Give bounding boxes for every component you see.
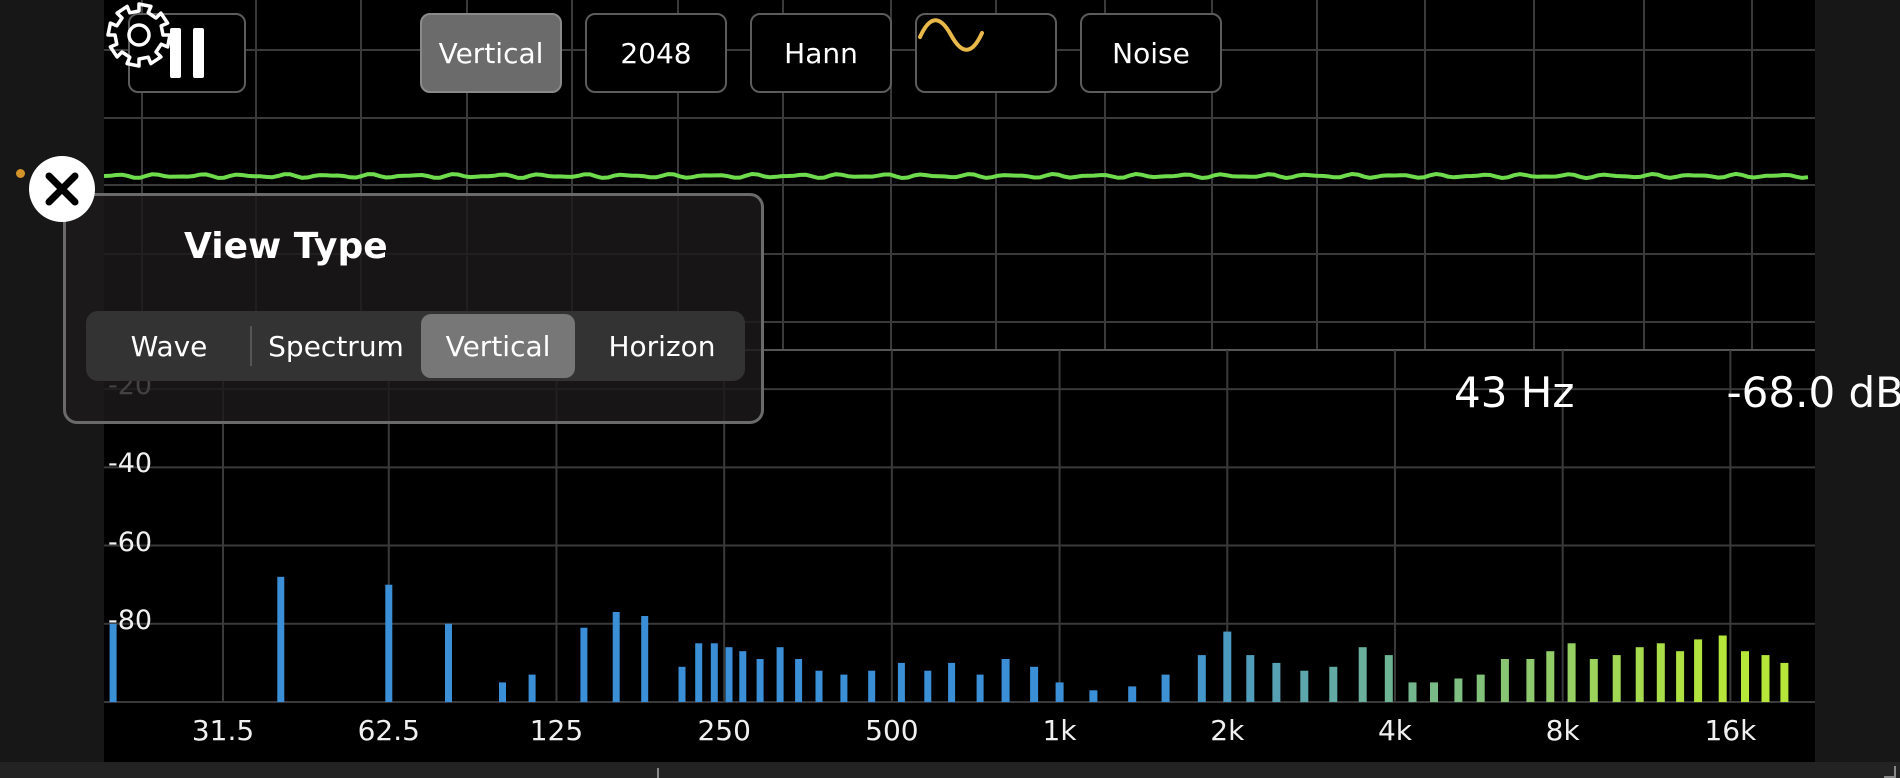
spectrum-bar (1718, 635, 1727, 702)
spectrum-bar (1780, 662, 1789, 702)
spectrum-bar (948, 662, 956, 702)
spectrum-bar (1408, 682, 1417, 702)
window-function-button[interactable]: Hann (750, 13, 892, 93)
popup-title: View Type (184, 226, 388, 267)
segment-wave[interactable]: Wave (94, 314, 244, 378)
x-tick-label: 500 (865, 714, 919, 747)
spectrum-bar (1358, 647, 1367, 702)
segment-spectrum[interactable]: Spectrum (256, 314, 416, 378)
spectrum-bar (641, 616, 649, 702)
spectrum-bar (840, 674, 848, 702)
fft-size-button[interactable]: 2048 (585, 13, 727, 93)
x-tick-label: 4k (1377, 714, 1412, 747)
segment-divider (250, 326, 252, 366)
segment-horizon[interactable]: Horizon (586, 314, 738, 378)
signal-generator-button[interactable] (915, 13, 1057, 93)
close-popup-button[interactable] (29, 156, 95, 222)
spectrum-bar (868, 670, 876, 702)
x-tick-label: 31.5 (191, 714, 255, 747)
spectrum-bar (1761, 655, 1770, 702)
x-tick-label: 16k (1704, 714, 1757, 747)
spectrum-bar (725, 647, 733, 702)
spectrum-bar (1546, 651, 1555, 702)
sine-wave-icon (918, 18, 984, 52)
spectrum-bar (1329, 666, 1338, 702)
noise-button[interactable]: Noise (1080, 13, 1222, 93)
spectrum-bar (678, 666, 686, 702)
spectrum-bar (1128, 686, 1137, 702)
spectrum-bar (1246, 655, 1255, 702)
indicator-dot (16, 169, 25, 178)
level-readout: -68.0 dB (1726, 368, 1900, 417)
spectrum-bar (776, 647, 784, 702)
spectrum-bar (1635, 647, 1644, 702)
spectrum-bar (580, 627, 588, 702)
spectrum-bar (1300, 670, 1309, 702)
spectrum-bar (695, 643, 703, 702)
x-tick-label: 62.5 (357, 714, 420, 747)
x-tick-label: 8k (1545, 714, 1580, 747)
spectrum-bar (1567, 643, 1576, 702)
spectrum-bar (385, 584, 393, 702)
segment-vertical[interactable]: Vertical (421, 314, 575, 378)
spectrum-bar (1454, 678, 1463, 702)
spectrum-bar (795, 659, 803, 702)
spectrum-bar (1272, 662, 1281, 702)
resize-corner (1884, 766, 1896, 778)
spectrum-bar (1476, 674, 1485, 702)
spectrum-bar (710, 643, 718, 702)
spectrum-bar (1500, 659, 1509, 702)
spectrum-bar (1656, 643, 1665, 702)
close-icon (45, 172, 79, 206)
x-tick-label: 125 (529, 714, 584, 747)
spectrum-bar (1089, 690, 1098, 702)
spectrum-bar (924, 670, 932, 702)
x-tick-label: 1k (1042, 714, 1077, 747)
y-tick-label: -40 (108, 448, 153, 480)
spectrum-bar (1612, 655, 1621, 702)
spectrum-bar (897, 662, 905, 702)
waveform-trace (104, 171, 1809, 181)
bottom-bezel (0, 762, 1900, 778)
x-tick-label: 250 (697, 714, 751, 747)
spectrum-bar (739, 651, 747, 702)
spectrum-bar (1161, 674, 1170, 702)
spectrum-bar (1430, 682, 1438, 702)
x-tick-label: 2k (1210, 714, 1245, 747)
spectrum-bar (756, 659, 764, 702)
y-tick-label: -60 (108, 526, 153, 558)
spectrum-bar (445, 623, 452, 702)
spectrum-bar (1384, 655, 1393, 702)
spectrum-bar (499, 682, 506, 702)
spectrum-bar (1589, 659, 1598, 702)
spectrum-bar (1741, 651, 1749, 702)
spectrum-bar (815, 670, 823, 702)
spectrum-bar (1197, 655, 1206, 702)
spectrum-bar (277, 576, 285, 702)
spectrum-bar (1526, 659, 1535, 702)
view-type-button[interactable]: Vertical (420, 13, 562, 93)
view-type-segmented-control: Wave Spectrum Vertical Horizon (86, 311, 745, 381)
gear-icon[interactable] (104, 0, 174, 70)
spectrum-bar (1223, 631, 1232, 702)
home-indicator (657, 768, 659, 778)
spectrum-bar (1055, 682, 1064, 702)
spectrum-bar (1001, 659, 1010, 702)
y-tick-label: -80 (108, 604, 153, 636)
spectrum-bar (1676, 651, 1685, 702)
spectrum-bar (612, 612, 620, 702)
view-type-popup: View Type Wave Spectrum Vertical Horizon (63, 193, 764, 424)
spectrum-bar (528, 674, 536, 702)
spectrum-bar (976, 674, 984, 702)
spectrum-bar (1030, 666, 1039, 702)
spectrum-bar (1694, 639, 1703, 702)
